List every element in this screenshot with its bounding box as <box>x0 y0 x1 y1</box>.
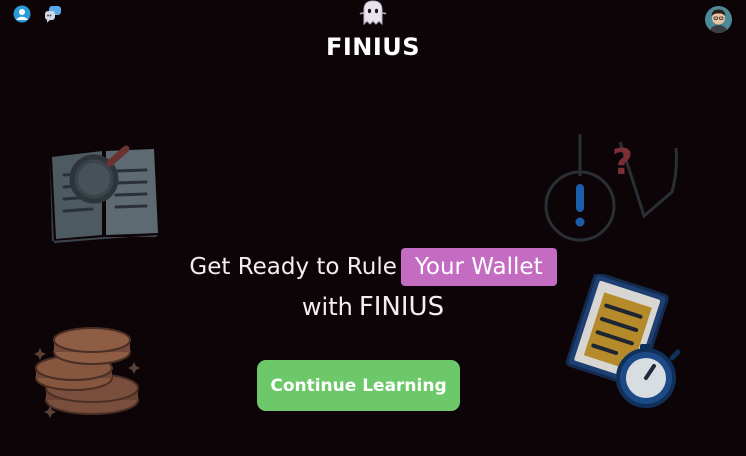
question-exclamation-icon: ? <box>544 134 678 242</box>
headline-highlight: Your Wallet <box>400 248 557 286</box>
headline-brand: FINIUS <box>358 292 445 322</box>
coins-illustration <box>32 322 144 426</box>
avatar[interactable] <box>705 6 732 33</box>
headline-prefix: Get Ready to Rule <box>189 254 397 280</box>
hero-headline: Get Ready to Rule Your Wallet with FINIUS <box>0 247 746 327</box>
headline-line-2: with FINIUS <box>0 287 746 327</box>
ghost-logo-icon <box>359 0 387 26</box>
profile-button[interactable] <box>13 5 31 23</box>
profile-icon <box>13 5 31 23</box>
headline-line-1: Get Ready to Rule Your Wallet <box>0 247 746 287</box>
book-magnifier-illustration <box>48 143 160 247</box>
continue-learning-button[interactable]: Continue Learning <box>257 360 460 411</box>
book-magnifier-icon <box>50 145 158 243</box>
brand-title: FINIUS <box>325 33 421 61</box>
headline-with: with <box>301 293 353 321</box>
svg-text:?: ? <box>612 142 633 183</box>
chat-button[interactable] <box>44 5 62 23</box>
coins-stack-icon <box>34 327 140 418</box>
chat-icon <box>45 6 61 23</box>
ghost-logo <box>358 0 388 26</box>
avatar-icon <box>705 6 732 33</box>
question-exclamation-illustration: ? <box>540 130 682 246</box>
